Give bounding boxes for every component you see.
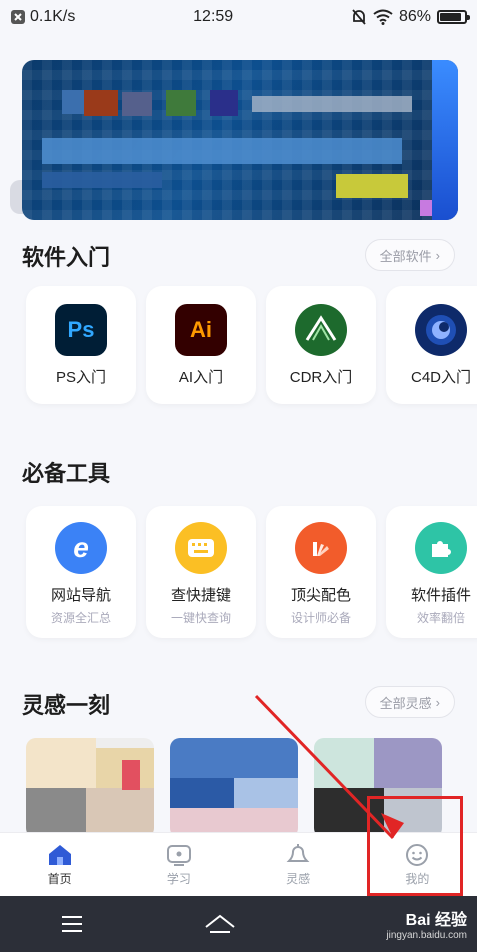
annotation-box bbox=[367, 796, 463, 896]
